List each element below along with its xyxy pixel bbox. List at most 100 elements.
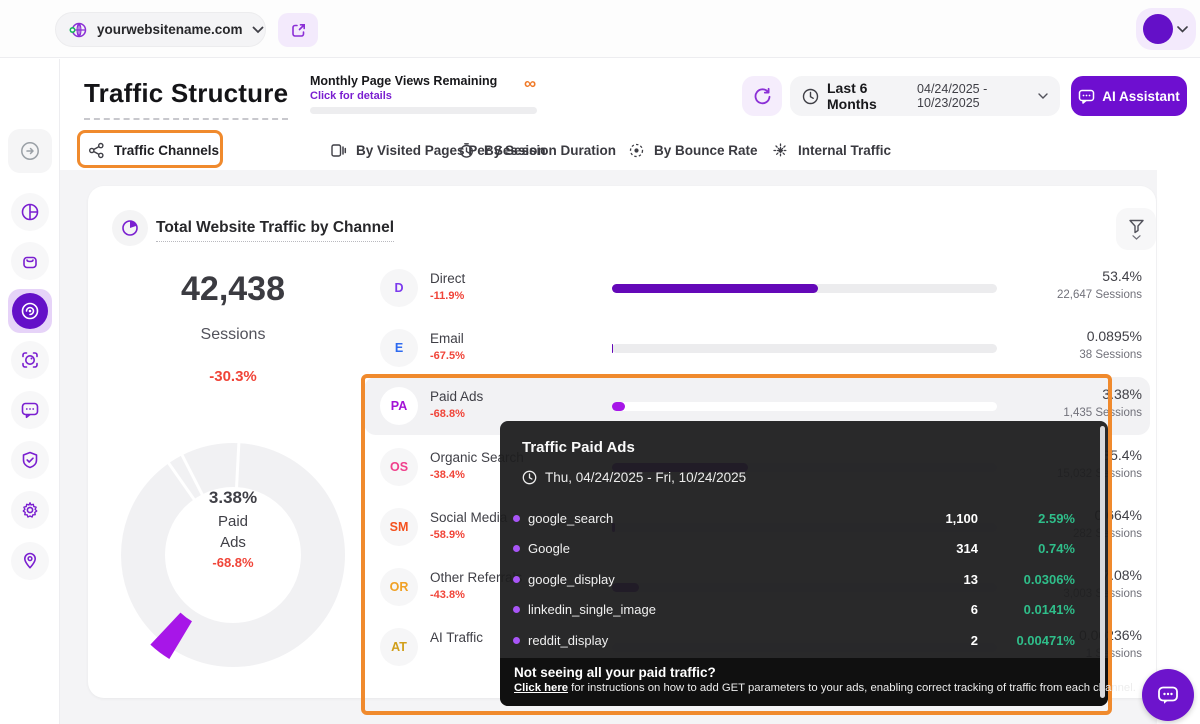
bounce-icon <box>628 142 645 159</box>
avatar <box>1143 14 1173 44</box>
channel-name: Email <box>430 331 464 346</box>
tooltip-row-google_search: google_search 1,100 2.59% <box>500 503 1108 533</box>
location-pin-icon <box>20 551 40 571</box>
source-pct: 0.0306% <box>1024 572 1075 587</box>
tooltip-footer: Not seeing all your paid traffic? Click … <box>500 658 1108 706</box>
tab-internal-traffic[interactable]: Internal Traffic <box>772 131 891 169</box>
filter-button[interactable] <box>1116 208 1156 250</box>
source-name: google_search <box>528 511 613 526</box>
source-name: reddit_display <box>528 633 608 648</box>
chevron-down-icon <box>1177 26 1188 33</box>
channel-pct: 35.4% <box>1102 447 1142 463</box>
ai-assistant-label: AI Assistant <box>1102 89 1180 104</box>
tab-label: By Session Duration <box>484 143 616 158</box>
duration-icon <box>458 142 475 159</box>
sidebar-item-dashboard-pie[interactable] <box>11 193 49 231</box>
tooltip-row-google: Google3140.74% <box>500 533 1108 563</box>
website-selector[interactable]: yourwebsitename.com <box>55 12 266 47</box>
channel-change: -38.4% <box>430 469 465 481</box>
donut-center-label: 3.38% Paid Ads -68.8% <box>153 486 313 573</box>
source-sessions: 1,100 <box>945 511 978 526</box>
channel-row-direct[interactable]: DDirect-11.9%53.4%22,647 Sessions <box>364 259 1150 317</box>
sidebar-item-location-pin[interactable] <box>11 542 49 580</box>
period-range: 04/24/2025 - 10/23/2025 <box>917 82 1030 110</box>
website-globe-icon <box>68 20 88 40</box>
funnel-icon <box>1128 219 1145 234</box>
quota-infinity-value: ∞ <box>524 74 536 94</box>
sidebar-item-traffic-radar[interactable] <box>8 289 52 333</box>
support-chat-button[interactable] <box>1142 669 1194 721</box>
date-range-selector[interactable]: Last 6 Months 04/24/2025 - 10/23/2025 <box>790 76 1060 116</box>
channel-sessions: 38 Sessions <box>1079 349 1142 361</box>
quota-progress-bar <box>310 107 537 114</box>
tab-by-bounce-rate[interactable]: By Bounce Rate <box>628 131 758 169</box>
channel-change: -58.9% <box>430 529 465 541</box>
bullet-icon <box>513 515 520 522</box>
channel-progress-bar <box>612 284 997 293</box>
total-sessions-label: Sessions <box>113 326 353 344</box>
channel-name: Direct <box>430 271 465 286</box>
bullet-icon <box>513 545 520 552</box>
sidebar-item-feedback-chat[interactable] <box>11 391 49 429</box>
sidebar-item-settings-gear[interactable] <box>11 491 49 529</box>
total-sessions-change: -30.3% <box>113 368 353 385</box>
ai-assistant-button[interactable]: AI Assistant <box>1071 76 1187 116</box>
settings-gear-icon <box>20 500 40 520</box>
bullet-icon <box>513 576 520 583</box>
tab-traffic-channels[interactable]: Traffic Channels <box>88 131 219 169</box>
click-here-link[interactable]: Click here <box>514 682 568 694</box>
tooltip-footer-title: Not seeing all your paid traffic? <box>514 665 1094 680</box>
tab-label: Internal Traffic <box>798 143 891 158</box>
channel-change: -67.5% <box>430 350 465 362</box>
source-sessions: 2 <box>971 633 978 648</box>
source-pct: 0.74% <box>1038 541 1075 556</box>
source-name: linkedin_single_image <box>528 602 656 617</box>
channel-pct: 53.4% <box>1102 268 1142 284</box>
channel-change: -43.8% <box>430 589 465 601</box>
sidebar-item-store-bag[interactable] <box>11 242 49 280</box>
tooltip-row-google_display: google_display130.0306% <box>500 564 1108 594</box>
chat-bubble-icon <box>1156 683 1180 707</box>
dashboard-pie-icon <box>20 202 40 222</box>
source-pct: 2.59% <box>1038 511 1075 526</box>
sidebar-item-collapse-arrow[interactable] <box>8 129 52 173</box>
sidebar <box>0 59 60 724</box>
channel-row-email[interactable]: EEmail-67.5%0.0895%38 Sessions <box>364 319 1150 377</box>
channel-name: AI Traffic <box>430 630 483 645</box>
website-name: yourwebsitename.com <box>97 22 243 37</box>
tooltip-date-text: Thu, 04/24/2025 - Fri, 10/24/2025 <box>545 470 746 485</box>
channel-badge: SM <box>380 508 418 546</box>
sidebar-item-session-scan[interactable] <box>11 341 49 379</box>
internal-icon <box>772 142 789 159</box>
refresh-button[interactable] <box>742 76 782 116</box>
traffic-structure-page: yourwebsitename.com Traffic Structure Mo… <box>0 0 1200 724</box>
tooltip-row-linkedin_single_image: linkedin_single_image60.0141% <box>500 594 1108 624</box>
source-sessions: 314 <box>956 541 978 556</box>
user-menu[interactable] <box>1136 8 1196 50</box>
tooltip-date-range: Thu, 04/24/2025 - Fri, 10/24/2025 <box>522 470 746 485</box>
quota-details-link[interactable]: Click for details <box>310 90 497 102</box>
source-sessions: 6 <box>971 602 978 617</box>
tooltip-title: Traffic Paid Ads <box>522 439 635 456</box>
external-link-icon <box>290 22 307 39</box>
open-website-button[interactable] <box>278 13 318 47</box>
source-pct: 0.00471% <box>1016 633 1075 648</box>
card-title: Total Website Traffic by Channel <box>156 219 394 242</box>
tab-by-session-duration[interactable]: By Session Duration <box>458 131 616 169</box>
channel-pct: 3.38% <box>1102 386 1142 402</box>
channel-sessions: 22,647 Sessions <box>1057 289 1142 301</box>
ai-chat-icon <box>1078 88 1095 105</box>
donut-chart-icon <box>112 210 148 246</box>
channel-badge: OR <box>380 568 418 606</box>
donut-line1: Paid <box>153 511 313 533</box>
source-name: google_display <box>528 572 615 587</box>
bullet-icon <box>513 606 520 613</box>
channel-badge: AT <box>380 628 418 666</box>
donut-change: -68.8% <box>153 554 313 573</box>
topbar: yourwebsitename.com <box>0 0 1200 58</box>
channel-name: Paid Ads <box>430 389 483 404</box>
feedback-chat-icon <box>20 400 40 420</box>
tab-label: Traffic Channels <box>114 143 219 158</box>
tooltip-scrollbar[interactable] <box>1100 426 1105 698</box>
sidebar-item-security-shield[interactable] <box>11 441 49 479</box>
